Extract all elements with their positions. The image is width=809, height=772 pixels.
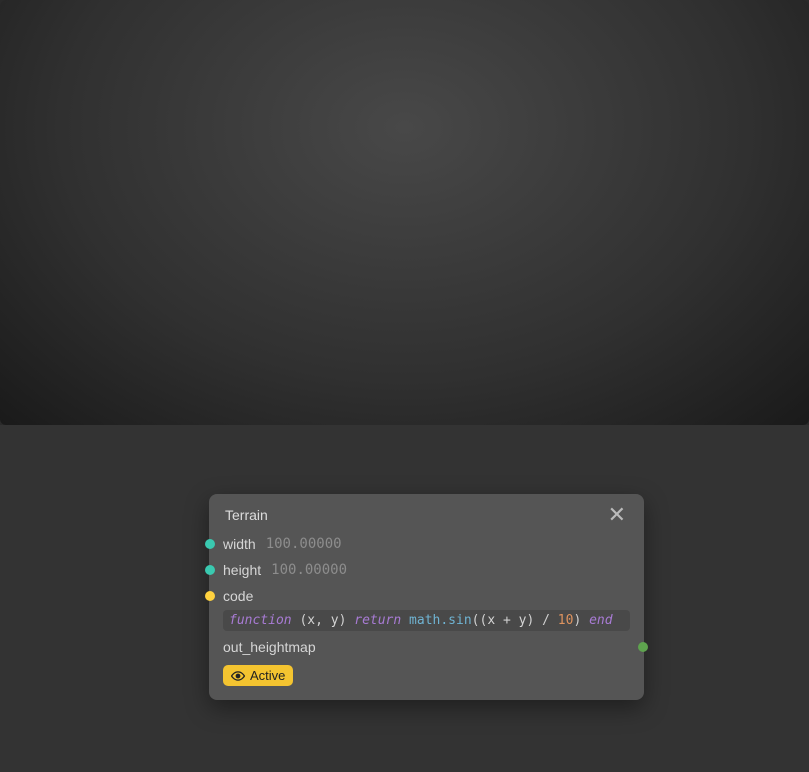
active-toggle[interactable]: Active — [223, 665, 293, 686]
node-terrain[interactable]: Terrain ✕ width 100.00000 height 100.000… — [209, 494, 644, 700]
code-token: + — [495, 613, 518, 628]
code-token: ) / — [526, 613, 557, 628]
code-token: end — [589, 613, 612, 628]
code-token: x — [487, 613, 495, 628]
code-token: math.sin — [409, 613, 472, 628]
param-value[interactable]: 100.00000 — [271, 562, 347, 578]
output-port-heightmap[interactable] — [638, 642, 648, 652]
terrain-surface — [0, 0, 809, 425]
code-token: y — [331, 613, 339, 628]
code-token: return — [354, 613, 401, 628]
param-label: out_heightmap — [223, 639, 316, 655]
code-token: ) — [339, 613, 347, 628]
eye-icon — [231, 669, 245, 683]
param-row-out-heightmap[interactable]: out_heightmap — [223, 635, 630, 659]
code-token: 10 — [558, 613, 574, 628]
node-editor-area[interactable]: Terrain ✕ width 100.00000 height 100.000… — [0, 425, 809, 772]
param-row-height[interactable]: height 100.00000 — [223, 558, 630, 582]
input-port-height[interactable] — [205, 565, 215, 575]
param-row-width[interactable]: width 100.00000 — [223, 532, 630, 556]
input-port-width[interactable] — [205, 539, 215, 549]
code-token: , — [315, 613, 331, 628]
param-label: height — [223, 562, 261, 578]
code-token: ) — [573, 613, 581, 628]
param-row-code[interactable]: code — [223, 584, 630, 608]
param-label: width — [223, 536, 256, 552]
code-token: function — [229, 613, 292, 628]
input-port-code[interactable] — [205, 591, 215, 601]
node-title: Terrain — [225, 507, 268, 523]
code-token: (( — [472, 613, 488, 628]
code-editor[interactable]: function (x, y) return math.sin((x + y) … — [223, 610, 630, 631]
close-icon[interactable]: ✕ — [606, 504, 628, 526]
param-label: code — [223, 588, 253, 604]
active-label: Active — [250, 668, 285, 683]
code-token: x — [307, 613, 315, 628]
param-value[interactable]: 100.00000 — [266, 536, 342, 552]
viewport-3d[interactable] — [0, 0, 809, 425]
